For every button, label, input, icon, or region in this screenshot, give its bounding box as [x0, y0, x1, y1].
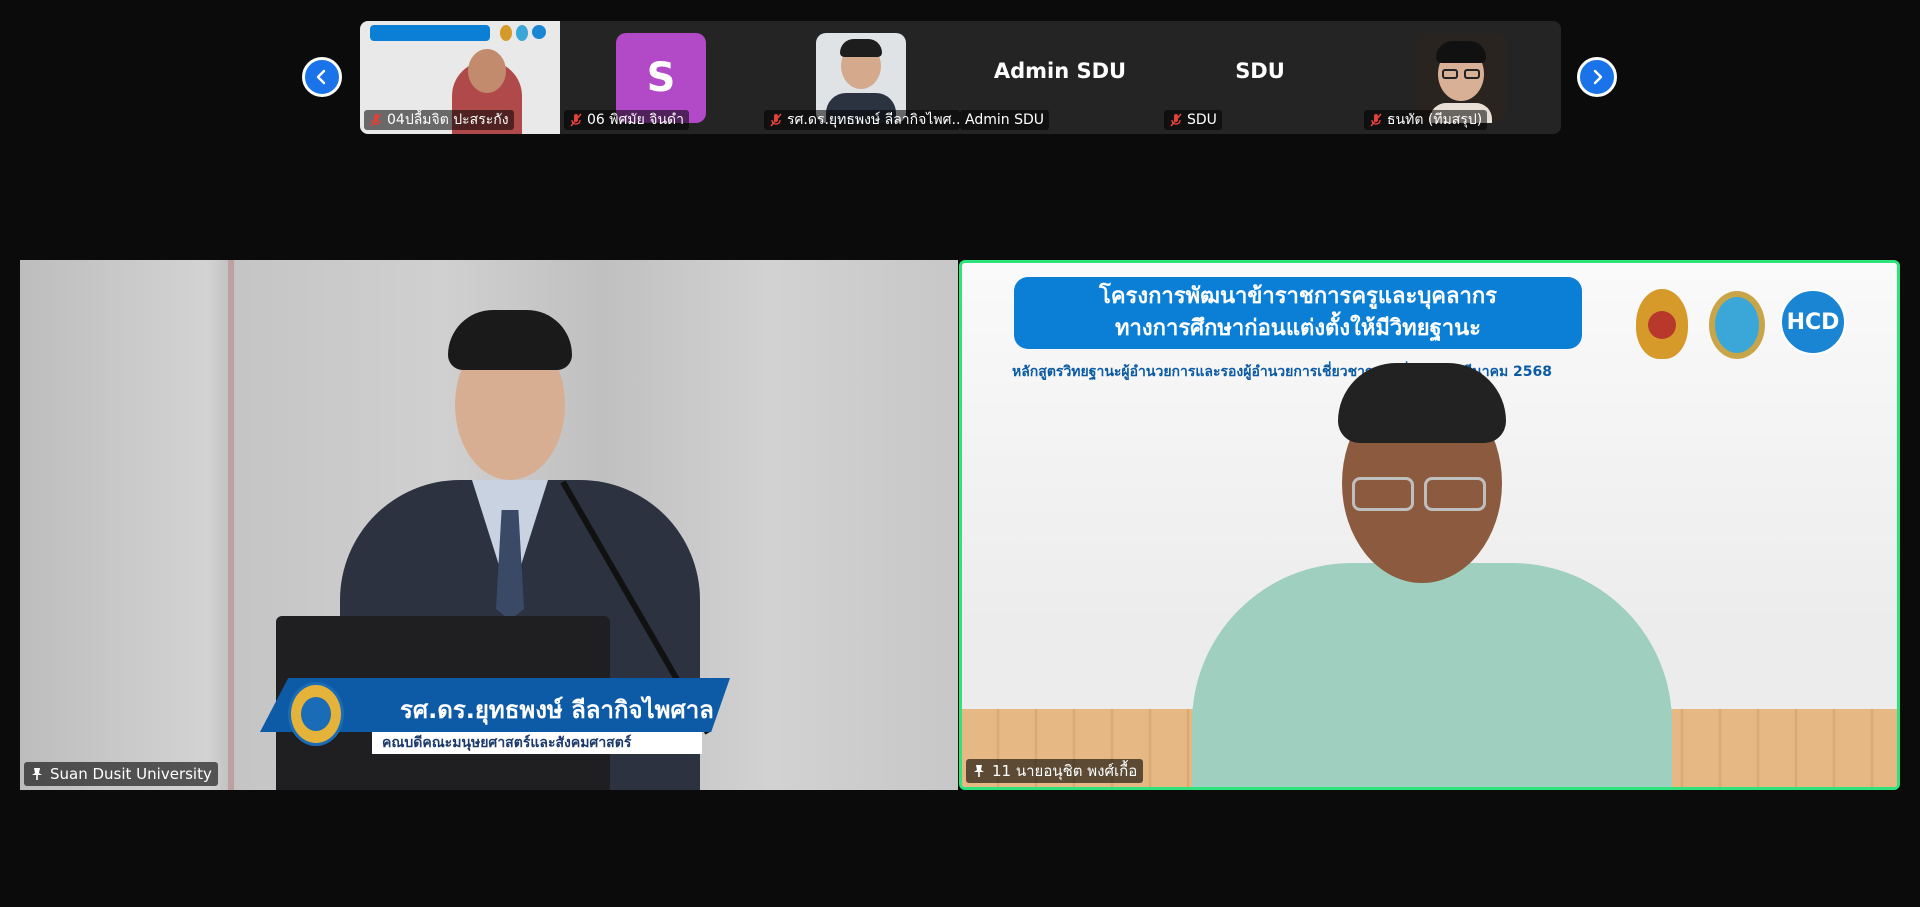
- ministry-logo: [1632, 281, 1692, 361]
- participant-name: Suan Dusit University: [50, 765, 212, 783]
- mic-muted-icon: [370, 113, 382, 127]
- participant-display-name: SDU: [1235, 59, 1285, 83]
- main-video-left[interactable]: รศ.ดร.ยุทธพงษ์ ลีลากิจไพศาล คณบดีคณะมนุษ…: [20, 260, 958, 790]
- participant-name-label: 06 พิศมัย จินดำ: [564, 110, 689, 130]
- project-banner: โครงการพัฒนาข้าราชการครูและบุคลากร ทางกา…: [1014, 277, 1582, 349]
- participant-tile[interactable]: S 06 พิศมัย จินดำ: [560, 21, 760, 134]
- participant-strip: 04ปลื้มจิต ปะสระกัง S 06 พิศมัย จินดำ รศ…: [360, 21, 1561, 134]
- chevron-right-icon: [1593, 69, 1603, 85]
- participant-name: SDU: [1187, 112, 1217, 128]
- thumbnail-logo: [500, 25, 512, 41]
- participant-name: 04ปลื้มจิต ปะสระกัง: [387, 112, 509, 128]
- participant-name-label: Admin SDU: [960, 110, 1049, 130]
- pin-icon: [32, 768, 42, 780]
- participant-name-label: SDU: [1164, 110, 1222, 130]
- participant-tile[interactable]: ธนทัต (ทีมสรุป): [1360, 21, 1560, 134]
- participant-tile[interactable]: SDU SDU: [1160, 21, 1360, 134]
- participant-tile[interactable]: Admin SDU Admin SDU: [960, 21, 1160, 134]
- video-name-label: 11 นายอนุชิต พงศ์เกื้อ: [966, 759, 1144, 783]
- participant-name: ธนทัต (ทีมสรุป): [1387, 112, 1483, 128]
- main-video-right[interactable]: โครงการพัฒนาข้าราชการครูและบุคลากร ทางกา…: [959, 260, 1900, 790]
- university-logo: [1707, 281, 1767, 361]
- participant-name-label: ธนทัต (ทีมสรุป): [1364, 110, 1488, 130]
- thumbnail-logo: [532, 25, 546, 39]
- mic-muted-icon: [1170, 113, 1182, 127]
- participant-name: Admin SDU: [965, 112, 1044, 128]
- nameplate-title: คณบดีคณะมนุษยศาสตร์และสังคมศาสตร์: [372, 732, 702, 754]
- banner-line-1: โครงการพัฒนาข้าราชการครูและบุคลากร: [1099, 284, 1497, 309]
- speaker-glasses: [1352, 477, 1414, 511]
- participant-name: รศ.ดร.ยุทธพงษ์ ลีลากิจไพศ...: [787, 112, 960, 128]
- mic-muted-icon: [770, 113, 782, 127]
- banner-line-2: ทางการศึกษาก่อนแต่งตั้งให้มีวิทยฐานะ: [1115, 316, 1481, 341]
- pin-icon: [974, 765, 984, 777]
- thumbnail-banner: [370, 25, 490, 41]
- hcd-logo: HCD: [1780, 289, 1846, 355]
- chevron-left-icon: [316, 69, 326, 85]
- speaker-hair: [1338, 363, 1506, 443]
- participant-face: [468, 49, 506, 93]
- next-participants-button[interactable]: [1577, 57, 1617, 97]
- participant-name: 11 นายอนุชิต พงศ์เกื้อ: [992, 762, 1138, 780]
- nameplate-name: รศ.ดร.ยุทธพงษ์ ลีลากิจไพศาล: [400, 696, 714, 724]
- participant-name-label: รศ.ดร.ยุทธพงษ์ ลีลากิจไพศ...: [764, 110, 960, 130]
- video-name-label: Suan Dusit University: [24, 762, 218, 786]
- university-logo: [288, 682, 344, 746]
- thumbnail-logo: [516, 25, 528, 41]
- speaker-hair: [448, 310, 572, 370]
- speaker-body: [1192, 563, 1672, 787]
- speaker-nameplate: รศ.ดร.ยุทธพงษ์ ลีลากิจไพศาล คณบดีคณะมนุษ…: [260, 678, 730, 764]
- mic-muted-icon: [1370, 113, 1382, 127]
- participant-tile[interactable]: รศ.ดร.ยุทธพงษ์ ลีลากิจไพศ...: [760, 21, 960, 134]
- previous-participants-button[interactable]: [302, 57, 342, 97]
- participant-display-name: Admin SDU: [993, 59, 1127, 83]
- participant-tile[interactable]: 04ปลื้มจิต ปะสระกัง: [360, 21, 560, 134]
- mic-muted-icon: [570, 113, 582, 127]
- background-divider: [228, 260, 234, 790]
- speaker-glasses: [1424, 477, 1486, 511]
- participant-name-label: 04ปลื้มจิต ปะสระกัง: [364, 110, 514, 130]
- participant-name: 06 พิศมัย จินดำ: [587, 112, 684, 128]
